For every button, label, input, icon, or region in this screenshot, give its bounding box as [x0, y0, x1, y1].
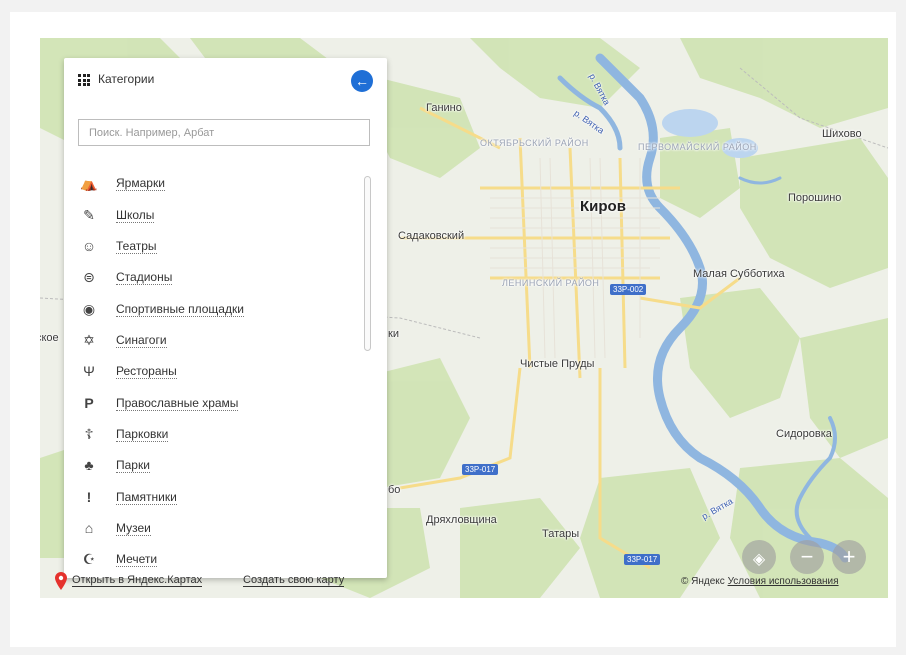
place-tatary: Татары [542, 528, 580, 540]
place-edge-label: бо [388, 484, 401, 496]
category-label: Памятники [116, 490, 177, 505]
road-badge: 33Р-017 [462, 464, 499, 475]
place-sadakovskiy: Садаковский [398, 230, 465, 242]
category-item-schools[interactable]: ✎ Школы [80, 206, 360, 230]
plus-icon: + [842, 544, 856, 569]
orthodox-cross-icon: ☦ [84, 426, 94, 442]
category-item-sports-grounds[interactable]: ◉ Спортивные площадки [80, 300, 360, 324]
district-pervomaysky: ПЕРВОМАЙСКИЙ РАЙОН [638, 142, 757, 152]
category-label: Рестораны [116, 364, 177, 379]
category-item-theaters[interactable]: ☺ Театры [80, 237, 360, 261]
category-label: Школы [116, 208, 155, 223]
category-item-fairs[interactable]: ⛺ Ярмарки [80, 174, 360, 198]
minus-icon: − [800, 544, 814, 569]
yandex-maps-pin-icon [55, 572, 67, 590]
place-poroshino: Порошино [788, 192, 842, 204]
collapse-panel-button[interactable]: ← [351, 70, 373, 92]
district-oktyabrsky: ОКТЯБРЬСКИЙ РАЙОН [480, 138, 589, 148]
tree-icon: ♣ [84, 457, 94, 473]
category-item-restaurants[interactable]: Ψ Рестораны [80, 362, 360, 386]
category-label: Мечети [116, 552, 158, 567]
school-icon: ✎ [83, 207, 95, 223]
category-item-parks[interactable]: ♣ Парки [80, 456, 360, 480]
parking-icon: P [84, 395, 94, 411]
category-item-parking[interactable]: ☦ Парковки [80, 425, 360, 449]
place-sidorovka: Сидоровка [776, 428, 832, 440]
geolocation-button[interactable]: ◈ [742, 540, 776, 574]
sports-ground-icon: ◉ [82, 301, 96, 317]
district-leninsky: ЛЕНИНСКИЙ РАЙОН [502, 278, 600, 288]
crescent-icon: ☪ [82, 551, 96, 567]
category-label: Спортивные площадки [116, 302, 244, 317]
place-edge-label: ское [40, 332, 59, 344]
place-ganino: Ганино [426, 102, 462, 114]
category-label: Синагоги [116, 333, 167, 348]
star-of-david-icon: ✡ [83, 332, 95, 348]
road-badge: 33Р-002 [610, 284, 647, 295]
categories-panel: Категории ← ⛺ Ярмарки ✎ Школы ☺ Театры ⊜… [64, 58, 387, 578]
theater-icon: ☺ [81, 238, 97, 254]
category-item-museums[interactable]: ⌂ Музеи [80, 519, 360, 543]
place-shikhovo: Шихово [822, 128, 862, 140]
category-label: Православные храмы [116, 396, 239, 411]
zoom-in-button[interactable]: + [832, 540, 866, 574]
panel-header: Категории ← [64, 58, 387, 100]
category-item-synagogues[interactable]: ✡ Синагоги [80, 331, 360, 355]
category-label: Парковки [116, 427, 169, 442]
locate-icon: ◈ [752, 551, 766, 568]
scrollbar-thumb[interactable] [364, 176, 371, 351]
place-chistye-prudy: Чистые Пруды [520, 358, 595, 370]
category-item-mosques[interactable]: ☪ Мечети [80, 550, 360, 574]
monument-icon: ! [86, 489, 92, 505]
zoom-out-button[interactable]: − [790, 540, 824, 574]
road-badge: 33Р-017 [624, 554, 661, 565]
place-malaya-subbotikha: Малая Субботиха [693, 268, 785, 280]
fork-knife-icon: Ψ [83, 363, 95, 379]
grid-icon [78, 74, 90, 86]
category-item-monuments[interactable]: ! Памятники [80, 488, 360, 512]
category-item-orthodox-churches[interactable]: P Православные храмы [80, 394, 360, 418]
category-label: Ярмарки [116, 176, 165, 191]
place-edge-label: ки [388, 328, 399, 340]
place-dryakhlovshchina: Дряхловщина [426, 514, 497, 526]
stadium-icon: ⊜ [83, 269, 95, 285]
copyright-text: © Яндекс Условия использования [681, 576, 839, 587]
open-in-yandex-maps-link[interactable]: Открыть в Яндекс.Картах [72, 574, 203, 587]
panel-title: Категории [98, 72, 155, 86]
museum-icon: ⌂ [84, 520, 94, 536]
category-label: Театры [116, 239, 157, 254]
category-item-stadiums[interactable]: ⊜ Стадионы [80, 268, 360, 292]
category-label: Стадионы [116, 270, 173, 285]
fair-icon: ⛺ [80, 175, 98, 191]
create-map-link[interactable]: Создать свою карту [243, 574, 345, 587]
category-label: Парки [116, 458, 150, 473]
arrow-left-icon: ← [355, 73, 369, 89]
search-input[interactable] [78, 119, 370, 146]
city-label: Киров [580, 198, 626, 215]
terms-link[interactable]: Условия использования [728, 576, 839, 587]
copyright-label: © Яндекс [681, 576, 725, 587]
category-label: Музеи [116, 521, 151, 536]
